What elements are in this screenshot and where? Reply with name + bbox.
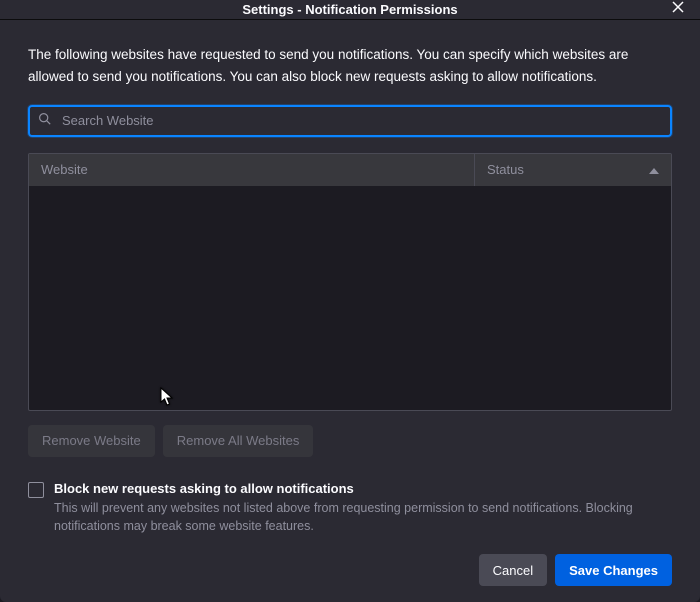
dialog-title: Settings - Notification Permissions (242, 2, 457, 17)
block-requests-description: This will prevent any websites not liste… (54, 499, 672, 537)
search-input[interactable] (28, 105, 672, 137)
titlebar: Settings - Notification Permissions (0, 0, 700, 20)
remove-all-websites-button[interactable]: Remove All Websites (163, 425, 314, 457)
intro-text: The following websites have requested to… (28, 44, 672, 89)
sort-ascending-icon (649, 162, 659, 177)
column-header-website-label: Website (41, 162, 88, 177)
block-requests-option: Block new requests asking to allow notif… (28, 481, 672, 537)
block-requests-checkbox[interactable] (28, 482, 44, 498)
table-header: Website Status (29, 154, 671, 186)
table-body (29, 186, 671, 410)
dialog-footer: Cancel Save Changes (0, 552, 700, 602)
column-header-status[interactable]: Status (474, 154, 671, 186)
block-requests-text: Block new requests asking to allow notif… (54, 481, 672, 537)
column-header-website[interactable]: Website (29, 154, 474, 186)
block-requests-label[interactable]: Block new requests asking to allow notif… (54, 481, 672, 496)
close-button[interactable] (664, 0, 692, 23)
close-icon (671, 0, 685, 19)
search-field-wrap (28, 105, 672, 137)
dialog-body: The following websites have requested to… (0, 20, 700, 552)
website-table: Website Status (28, 153, 672, 411)
remove-website-button[interactable]: Remove Website (28, 425, 155, 457)
cancel-button[interactable]: Cancel (479, 554, 547, 586)
settings-dialog: Settings - Notification Permissions The … (0, 0, 700, 602)
save-changes-button[interactable]: Save Changes (555, 554, 672, 586)
column-header-status-label: Status (487, 162, 524, 177)
table-actions: Remove Website Remove All Websites (28, 425, 672, 457)
